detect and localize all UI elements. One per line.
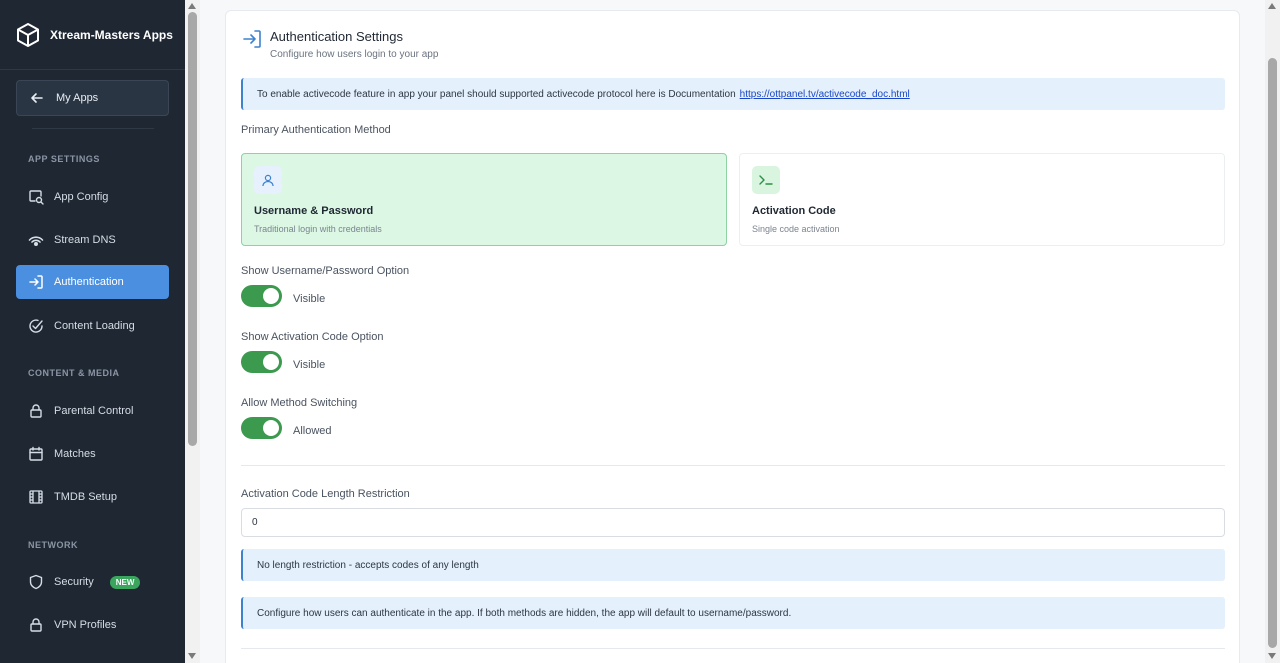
terminal-icon: [759, 175, 773, 185]
code-length-label: Activation Code Length Restriction: [241, 488, 410, 500]
activecode-doc-link[interactable]: https://ottpanel.tv/activecode_doc.html: [740, 89, 910, 100]
brand[interactable]: Xtream-Masters Apps: [16, 22, 173, 48]
toggle-method-switching[interactable]: [241, 417, 282, 439]
toggle-label-username-password: Show Username/Password Option: [241, 265, 410, 277]
page-title: Authentication Settings: [270, 29, 403, 44]
sidebar-divider: [32, 128, 154, 129]
sidebar-item-label: TMDB Setup: [54, 491, 117, 503]
sidebar-item-stream-dns[interactable]: Stream DNS: [16, 223, 169, 257]
toggle-state-text: Visible: [293, 293, 326, 305]
toggle-activation-code[interactable]: [241, 351, 282, 373]
signal-icon: [28, 236, 44, 247]
method-title: Activation Code: [752, 205, 836, 217]
scroll-thumb[interactable]: [1268, 58, 1277, 648]
sidebar-item-label: Content Loading: [54, 320, 135, 332]
sidebar-item-matches[interactable]: Matches: [16, 437, 169, 471]
toggle-username-password[interactable]: [241, 285, 282, 307]
scroll-thumb[interactable]: [188, 12, 197, 446]
method-desc: Single code activation: [752, 224, 840, 234]
toggle-label-activation-code: Show Activation Code Option: [241, 331, 384, 343]
sidebar-divider: [0, 69, 185, 70]
sidebar-item-label: Stream DNS: [54, 234, 116, 246]
my-apps-label: My Apps: [56, 92, 99, 104]
scroll-down-arrow[interactable]: [188, 653, 196, 659]
section-divider: [241, 648, 1225, 649]
user-icon: [262, 174, 274, 187]
sidebar-item-authentication[interactable]: Authentication: [16, 265, 169, 299]
sidebar-item-label: Matches: [54, 448, 96, 460]
scroll-up-arrow[interactable]: [1268, 3, 1276, 9]
method-icon-wrap: [752, 166, 780, 194]
film-icon: [29, 490, 43, 504]
arrow-left-icon: [31, 93, 43, 103]
sidebar-item-label: VPN Profiles: [54, 619, 117, 631]
code-length-input[interactable]: [241, 508, 1225, 537]
sidebar-item-security[interactable]: Security NEW: [16, 565, 169, 599]
section-label-content-media: CONTENT & MEDIA: [28, 368, 120, 378]
sidebar-item-parental-control[interactable]: Parental Control: [16, 394, 169, 428]
sidebar-item-app-config[interactable]: App Config: [16, 180, 169, 214]
sidebar-item-label: Authentication: [54, 276, 124, 288]
info-text: To enable activecode feature in app your…: [257, 88, 736, 100]
method-title: Username & Password: [254, 205, 374, 217]
sidebar-item-label: App Config: [54, 191, 109, 203]
section-label-network: NETWORK: [28, 540, 78, 550]
code-length-hint: No length restriction - accepts codes of…: [241, 549, 1225, 581]
cube-icon: [17, 23, 39, 47]
shield-icon: [29, 574, 43, 590]
auth-footer-info: Configure how users can authenticate in …: [241, 597, 1225, 629]
login-icon: [243, 30, 261, 48]
sidebar-item-content-loading[interactable]: Content Loading: [16, 309, 169, 343]
toggle-state-text: Visible: [293, 359, 326, 371]
section-divider: [241, 465, 1225, 466]
scroll-up-arrow[interactable]: [188, 3, 196, 9]
sidebar-scrollbar[interactable]: [185, 0, 200, 663]
primary-method-label: Primary Authentication Method: [241, 124, 391, 136]
sidebar-item-tmdb-setup[interactable]: TMDB Setup: [16, 480, 169, 514]
activecode-info-banner: To enable activecode feature in app your…: [241, 78, 1225, 110]
lock-icon: [30, 404, 42, 418]
new-badge: NEW: [109, 575, 141, 589]
toggle-state-text: Allowed: [293, 425, 332, 437]
page-scrollbar[interactable]: [1265, 0, 1280, 663]
method-username-password[interactable]: Username & Password Traditional login wi…: [241, 153, 727, 246]
login-icon: [29, 275, 43, 289]
method-activation-code[interactable]: Activation Code Single code activation: [739, 153, 1225, 246]
section-label-app-settings: APP SETTINGS: [28, 154, 100, 164]
page-subtitle: Configure how users login to your app: [270, 49, 439, 60]
sidebar-item-vpn-profiles[interactable]: VPN Profiles: [16, 608, 169, 642]
authentication-settings-card: Authentication Settings Configure how us…: [225, 10, 1240, 663]
sidebar: Xtream-Masters Apps My Apps APP SETTINGS…: [0, 0, 185, 663]
calendar-icon: [29, 446, 43, 461]
sidebar-item-label: Parental Control: [54, 405, 134, 417]
method-icon-wrap: [254, 166, 282, 194]
hint-text: No length restriction - accepts codes of…: [257, 559, 479, 571]
scroll-down-arrow[interactable]: [1268, 653, 1276, 659]
method-desc: Traditional login with credentials: [254, 224, 382, 234]
brand-name: Xtream-Masters Apps: [50, 28, 173, 42]
check-circle-icon: [29, 319, 43, 333]
lock-icon: [30, 618, 42, 632]
footer-info-text: Configure how users can authenticate in …: [257, 607, 792, 619]
toggle-label-method-switching: Allow Method Switching: [241, 397, 358, 409]
my-apps-button[interactable]: My Apps: [16, 80, 169, 116]
search-screen-icon: [29, 190, 44, 205]
sidebar-item-label: Security: [54, 576, 94, 588]
